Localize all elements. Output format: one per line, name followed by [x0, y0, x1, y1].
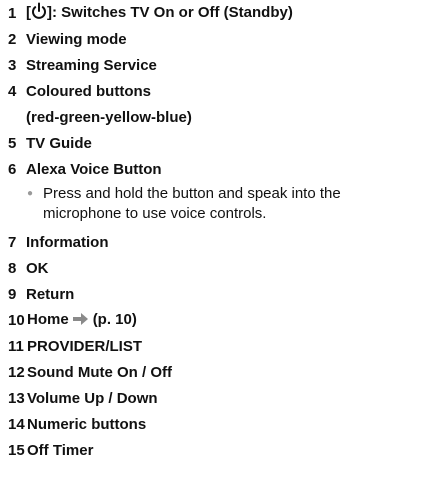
item-label: Sound Mute On / Off	[27, 363, 172, 381]
item-label: PROVIDER/LIST	[27, 337, 143, 355]
item-number: 3	[8, 56, 17, 74]
item-number: 4	[8, 82, 17, 100]
item-label: Viewing mode	[26, 30, 127, 48]
item-number: 2	[8, 30, 17, 48]
item-number: 8	[8, 259, 17, 277]
item-label: Streaming Service	[26, 56, 157, 74]
arrow-right-icon	[72, 312, 89, 329]
item-number: 11	[8, 337, 24, 355]
item-number: 15	[8, 441, 25, 459]
list-item: 12 Sound Mute On / Off	[8, 359, 418, 385]
item-number: 10	[8, 311, 25, 329]
list-item: 10 Home (p. 10)	[8, 307, 418, 333]
page-reference: (p. 10)	[92, 311, 137, 328]
item-label: []: Switches TV On or Off (Standby)	[26, 2, 293, 24]
list-item: 5 TV Guide	[8, 130, 418, 156]
item-number: 12	[8, 363, 25, 381]
item-number: 9	[8, 285, 17, 303]
list-item: 1 []: Switches TV On or Off (Standby)	[8, 0, 418, 26]
item-label: Alexa Voice Button	[26, 160, 162, 178]
list-item: 13 Volume Up / Down	[8, 385, 418, 411]
list-item: 8 OK	[8, 255, 418, 281]
item-number: 13	[8, 389, 25, 407]
list-item-continuation: (red-green-yellow-blue)	[8, 104, 418, 130]
bullet-icon: ●	[27, 188, 34, 199]
item-number: 5	[8, 134, 17, 152]
list-item: 14 Numeric buttons	[8, 411, 418, 437]
bullet-text: Press and hold the button and speak into…	[43, 185, 341, 222]
item-label: OK	[26, 259, 49, 277]
item-label: Home (p. 10)	[27, 311, 137, 329]
button-list: 1 []: Switches TV On or Off (Standby) 2 …	[8, 0, 418, 463]
item-label: Information	[26, 233, 109, 251]
list-item: 3 Streaming Service	[8, 52, 418, 78]
list-item: 7 Information	[8, 229, 418, 255]
item-label: Volume Up / Down	[27, 389, 158, 407]
item-label: TV Guide	[26, 134, 92, 152]
item-number: 1	[8, 4, 17, 22]
list-item: 9 Return	[8, 281, 418, 307]
item-number: 14	[8, 415, 25, 433]
item-label: Off Timer	[27, 441, 94, 459]
bullet-note: ● Press and hold the button and speak in…	[8, 184, 418, 224]
item-label: Return	[26, 285, 75, 303]
item-label-continuation: (red-green-yellow-blue)	[26, 108, 192, 126]
item-number: 6	[8, 160, 17, 178]
list-item: 15 Off Timer	[8, 437, 418, 463]
item-label: Coloured buttons	[26, 82, 151, 100]
list-item: 6 Alexa Voice Button	[8, 156, 418, 182]
power-icon	[31, 2, 47, 24]
list-item: 4 Coloured buttons	[8, 78, 418, 104]
list-item: 2 Viewing mode	[8, 26, 418, 52]
list-item: 11 PROVIDER/LIST	[8, 333, 418, 359]
item-number: 7	[8, 233, 17, 251]
item-label: Numeric buttons	[27, 415, 147, 433]
